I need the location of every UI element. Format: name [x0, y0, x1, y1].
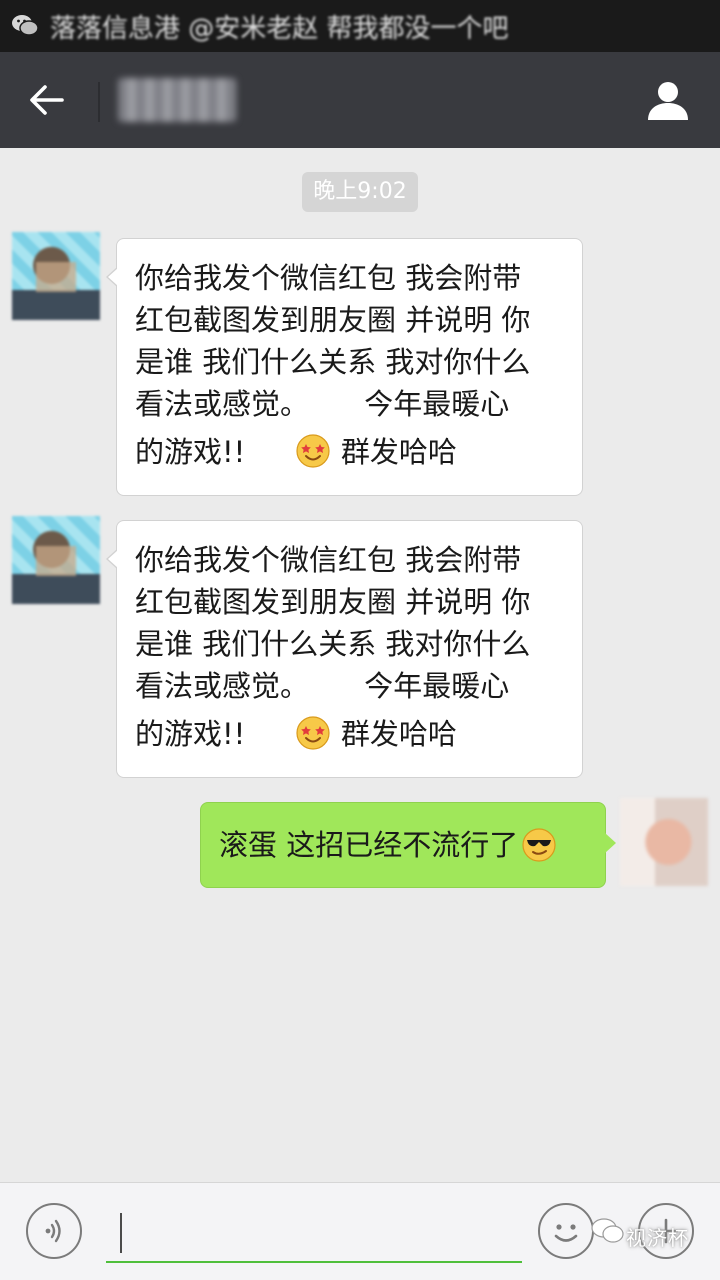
message-bubble-outgoing[interactable]: 滚蛋 这招已经不流行了	[200, 802, 616, 888]
voice-input-button[interactable]	[26, 1203, 82, 1259]
status-bar: 落落信息港 @安米老赵 帮我都没一个吧	[0, 0, 720, 52]
message-line: 的游戏!! 群发哈哈	[135, 713, 566, 755]
star-eyes-emoji-icon	[296, 434, 330, 468]
wechat-icon	[12, 15, 39, 36]
watermark: 视济杯	[588, 1204, 712, 1258]
person-icon	[648, 82, 688, 120]
watermark-text: 视济杯	[626, 1226, 689, 1250]
message-text: 群发哈哈	[340, 435, 457, 469]
message-line: 红包截图发到朋友圈 并说明 你	[135, 303, 531, 337]
message-line: 看法或感觉。 今年最暖心	[135, 387, 510, 421]
avatar[interactable]	[12, 232, 100, 320]
watermark-logo-icon	[591, 1218, 624, 1243]
message-line: 是谁 我们什么关系 我对你什么	[135, 627, 531, 661]
text-caret	[120, 1213, 122, 1253]
message-line: 看法或感觉。 今年最暖心	[135, 669, 510, 703]
message-timestamp: 晚上9:02	[302, 172, 418, 212]
sunglasses-emoji-icon	[522, 828, 556, 862]
emoji-button[interactable]	[538, 1203, 594, 1259]
message-text: 的游戏!!	[135, 435, 246, 469]
message-text: 群发哈哈	[340, 717, 457, 751]
message-line: 是谁 我们什么关系 我对你什么	[135, 345, 531, 379]
message-line: 你给我发个微信红包 我会附带	[135, 261, 522, 295]
back-button[interactable]	[18, 74, 74, 126]
chat-info-button[interactable]	[644, 74, 692, 126]
message-line: 你给我发个微信红包 我会附带	[135, 543, 522, 577]
avatar-face	[36, 546, 76, 576]
my-avatar[interactable]	[620, 798, 708, 886]
message-input[interactable]	[106, 1201, 522, 1263]
chat-header	[0, 52, 720, 148]
voice-icon	[45, 1219, 61, 1243]
chat-screen: 落落信息港 @安米老赵 帮我都没一个吧 晚上9:02 你给我发个微信红包 我会附…	[0, 0, 720, 1280]
message-text: 的游戏!!	[135, 717, 246, 751]
message-bubble[interactable]: 你给我发个微信红包 我会附带 红包截图发到朋友圈 并说明 你 是谁 我们什么关系…	[106, 520, 583, 778]
chat-title-blurred	[118, 78, 236, 122]
avatar-face	[36, 262, 76, 292]
header-divider	[98, 82, 100, 122]
emoji-icon	[554, 1224, 578, 1242]
message-bubble[interactable]: 你给我发个微信红包 我会附带 红包截图发到朋友圈 并说明 你 是谁 我们什么关系…	[106, 238, 583, 496]
avatar[interactable]	[12, 516, 100, 604]
message-text: 滚蛋 这招已经不流行了	[219, 828, 519, 862]
message-line: 红包截图发到朋友圈 并说明 你	[135, 585, 531, 619]
message-line: 的游戏!! 群发哈哈	[135, 431, 566, 473]
arrow-left-icon	[30, 85, 64, 115]
star-eyes-emoji-icon	[296, 716, 330, 750]
notification-text: 落落信息港 @安米老赵 帮我都没一个吧	[50, 14, 509, 44]
